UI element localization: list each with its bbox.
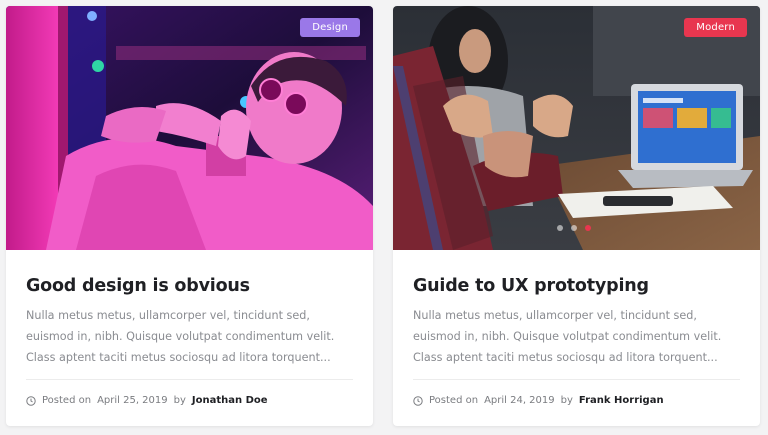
divider	[413, 379, 740, 380]
post-excerpt: Nulla metus metus, ullamcorper vel, tinc…	[26, 309, 335, 364]
slider-dot[interactable]	[557, 225, 563, 231]
slider-dot[interactable]	[571, 225, 577, 231]
post-excerpt: Nulla metus metus, ullamcorper vel, tinc…	[413, 309, 722, 364]
portrait-photo-icon	[6, 6, 373, 250]
clock-icon	[26, 395, 36, 406]
blog-card[interactable]: Modern Guide to UX prototyping Nulla met…	[393, 6, 760, 426]
post-image[interactable]: Modern	[393, 6, 760, 250]
author-link[interactable]: Frank Horrigan	[579, 395, 664, 406]
posted-label: Posted on	[42, 395, 92, 406]
by-label: by	[560, 395, 573, 406]
clock-icon	[413, 395, 423, 406]
meeting-laptop-photo-icon	[393, 6, 760, 250]
post-meta: Posted on April 24, 2019 by Frank Horrig…	[413, 395, 664, 406]
divider	[26, 379, 353, 380]
post-date: April 24, 2019	[484, 395, 555, 406]
post-title[interactable]: Good design is obvious	[26, 276, 250, 296]
post-meta: Posted on April 25, 2019 by Jonathan Doe	[26, 395, 268, 406]
posted-label: Posted on	[429, 395, 479, 406]
blog-card[interactable]: Design Good design is obvious Nulla metu…	[6, 6, 373, 426]
author-link[interactable]: Jonathan Doe	[192, 395, 268, 406]
post-title[interactable]: Guide to UX prototyping	[413, 276, 649, 296]
slider-dots	[557, 225, 591, 231]
slider-dot-active[interactable]	[585, 225, 591, 231]
category-badge[interactable]: Modern	[684, 18, 747, 37]
post-date: April 25, 2019	[97, 395, 168, 406]
by-label: by	[173, 395, 186, 406]
category-badge[interactable]: Design	[300, 18, 360, 37]
post-image[interactable]: Design	[6, 6, 373, 250]
